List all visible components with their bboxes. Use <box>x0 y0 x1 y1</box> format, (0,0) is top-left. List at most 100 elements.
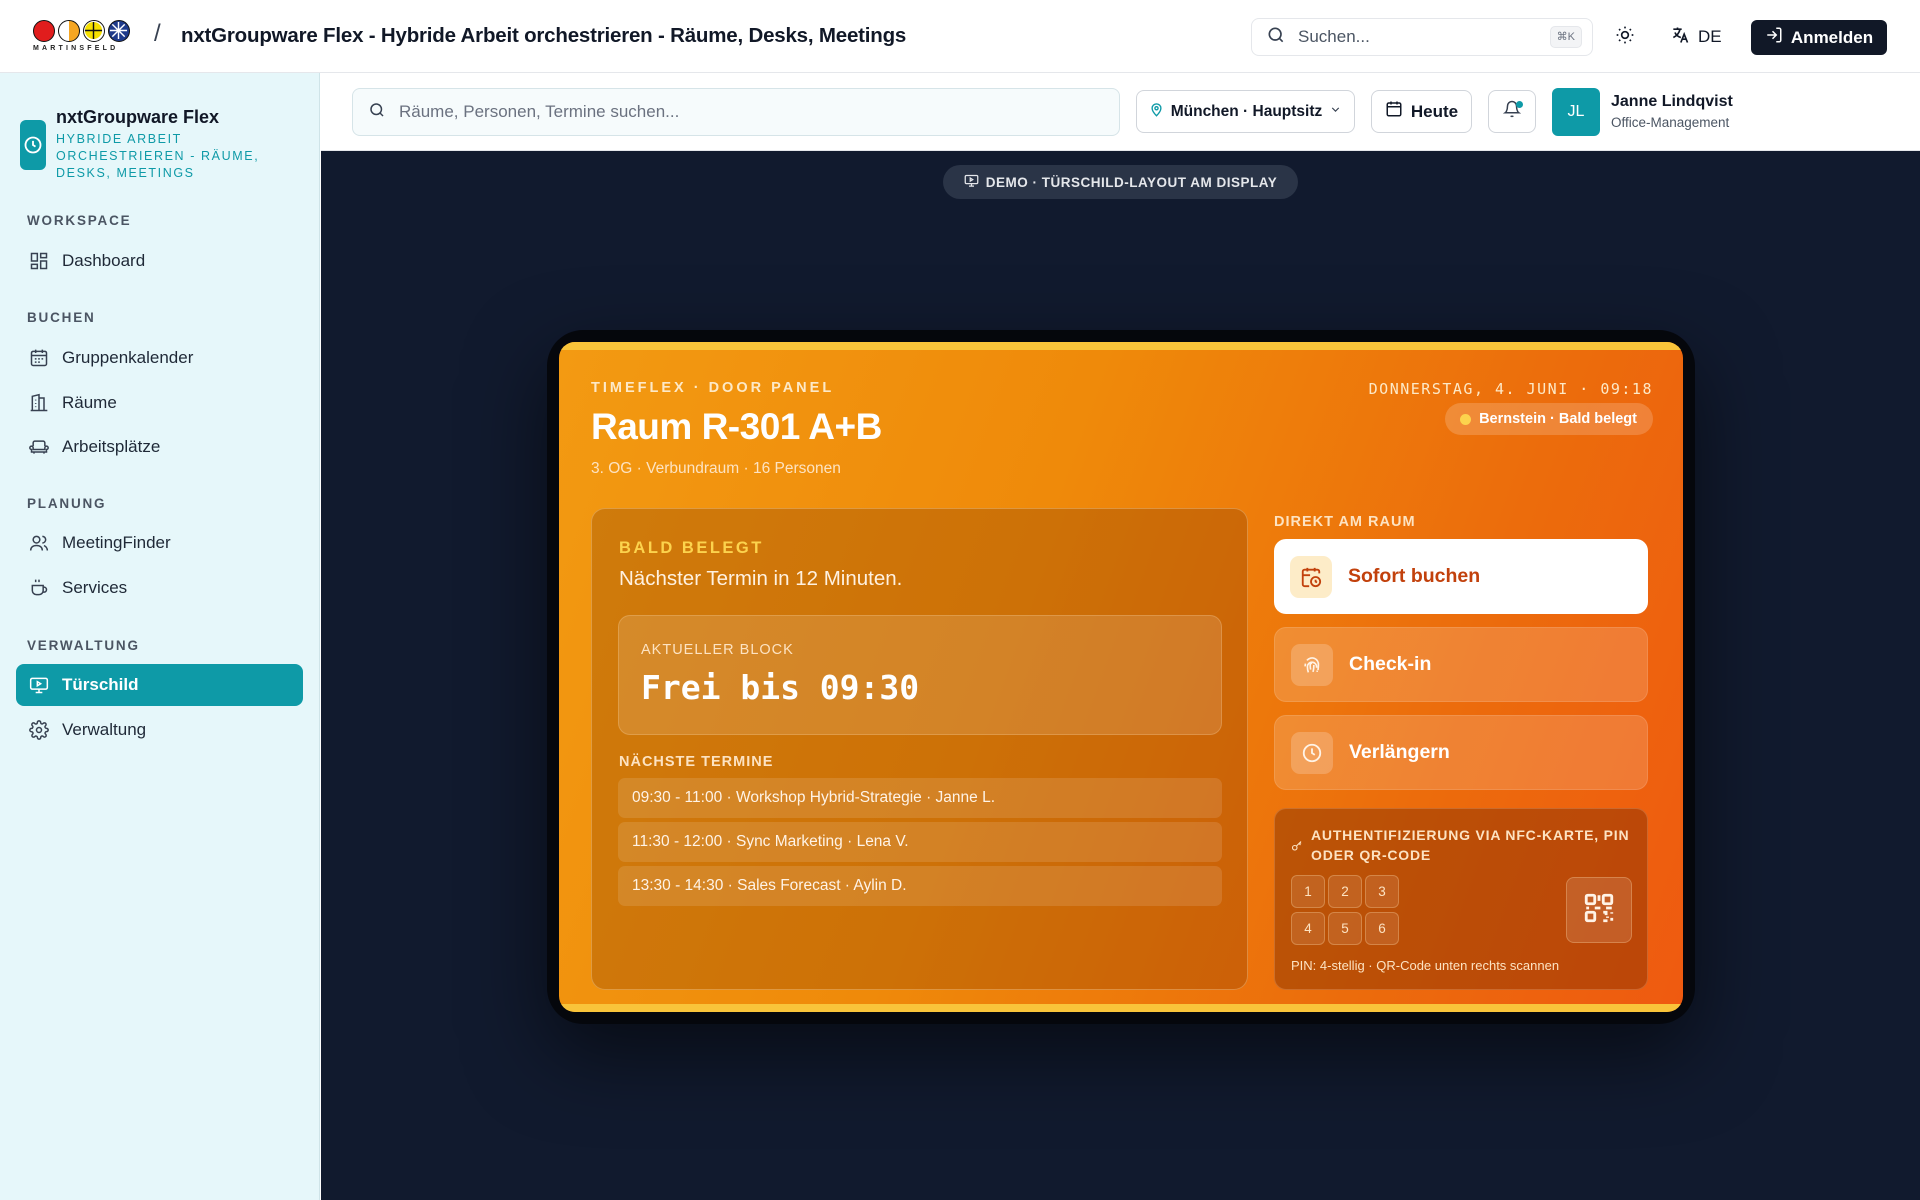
martinsfeld-logo[interactable]: MARTINSFELD <box>33 20 137 56</box>
monitor-icon <box>964 173 979 191</box>
demo-label: DEMO · TÜRSCHILD-LAYOUT AM DISPLAY <box>985 174 1278 190</box>
upcoming-item[interactable]: 09:30 - 11:00 · Workshop Hybrid-Strategi… <box>618 778 1222 818</box>
top-bar: MARTINSFELD / nxtGroupware Flex - Hybrid… <box>0 0 1920 73</box>
today-label: Heute <box>1410 101 1459 121</box>
upcoming-item[interactable]: 11:30 - 12:00 · Sync Marketing · Lena V. <box>618 822 1222 862</box>
notification-badge <box>1516 101 1523 108</box>
display-stage: DEMO · TÜRSCHILD-LAYOUT AM DISPLAY TIMEF… <box>321 151 1920 1200</box>
sidebar-item-label: Räume <box>62 393 117 412</box>
calendar-clock-icon <box>1290 555 1332 598</box>
sidebar-item-label: Türschild <box>62 675 139 694</box>
language-button[interactable]: DE <box>1670 22 1722 52</box>
room-meta: 3. OG · Verbundraum · 16 Personen <box>591 460 841 477</box>
extend-button[interactable]: Verlängern <box>1274 715 1648 790</box>
book-now-label: Sofort buchen <box>1348 565 1481 587</box>
direct-actions-label: DIREKT AM RAUM <box>1274 514 1416 530</box>
section-label-workspace: Workspace <box>27 213 132 228</box>
search-shortcut: ⌘K <box>1549 26 1582 48</box>
keypad-key-4[interactable]: 4 <box>1291 912 1325 945</box>
main-header: Räume, Personen, Termine suchen... Münch… <box>321 73 1920 151</box>
chevron-down-icon <box>1329 103 1342 121</box>
sidebar-item-raeume[interactable]: Räume <box>16 382 303 424</box>
gear-icon <box>29 720 49 740</box>
occupancy-card: BALD BELEGT Nächster Termin in 12 Minute… <box>591 508 1248 990</box>
section-label-planung: Planung <box>27 496 107 511</box>
check-in-button[interactable]: Check-in <box>1274 627 1648 702</box>
sidebar-item-tuerschild[interactable]: Türschild <box>16 664 303 706</box>
main-search-input[interactable]: Räume, Personen, Termine suchen... <box>352 88 1120 136</box>
today-button[interactable]: Heute <box>1371 90 1472 133</box>
upcoming-label: NÄCHSTE TERMINE <box>619 754 774 770</box>
brand-subtitle: Hybride Arbeit orchestrieren - Räume, De… <box>56 132 260 180</box>
monitor-icon <box>29 675 49 695</box>
user-name: Janne Lindqvist <box>1611 93 1733 110</box>
status-strip-top <box>559 342 1683 350</box>
status-strip-bottom <box>559 1004 1683 1012</box>
panel-eyebrow: TIMEFLEX · DOOR PANEL <box>591 380 835 396</box>
dashboard-icon <box>29 251 49 271</box>
keypad-key-2[interactable]: 2 <box>1328 875 1362 908</box>
language-label: DE <box>1698 27 1722 46</box>
next-meeting-text: Nächster Termin in 12 Minuten. <box>619 567 903 590</box>
brand-clock-icon <box>20 120 46 170</box>
sidebar-item-label: Gruppenkalender <box>62 348 194 367</box>
current-block-label: AKTUELLER BLOCK <box>641 642 794 658</box>
sidebar-item-verwaltung[interactable]: Verwaltung <box>16 709 303 751</box>
location-label: München · Hauptsitz <box>1170 102 1323 120</box>
keypad-key-6[interactable]: 6 <box>1365 912 1399 945</box>
location-select[interactable]: München · Hauptsitz <box>1136 90 1355 133</box>
door-panel-screen: TIMEFLEX · DOOR PANEL Raum R-301 A+B 3. … <box>559 342 1683 1012</box>
theme-toggle-button[interactable] <box>1611 23 1639 51</box>
sidebar-item-gruppenkalender[interactable]: Gruppenkalender <box>16 337 303 379</box>
current-block-value: Frei bis 09:30 <box>641 668 920 707</box>
calendar-icon <box>29 348 49 368</box>
status-label: Bernstein · Bald belegt <box>1479 411 1637 427</box>
page-title: nxtGroupware Flex - Hybride Arbeit orche… <box>181 24 907 47</box>
upcoming-item[interactable]: 13:30 - 14:30 · Sales Forecast · Aylin D… <box>618 866 1222 906</box>
coffee-icon <box>29 578 49 598</box>
sidebar-item-label: Arbeitsplätze <box>62 437 161 456</box>
global-search-input[interactable]: Suchen... ⌘K <box>1251 18 1593 56</box>
sun-icon <box>1615 25 1635 50</box>
keypad-key-5[interactable]: 5 <box>1328 912 1362 945</box>
users-icon <box>29 533 49 553</box>
authentication-hint: PIN: 4-stellig · QR-Code unten rechts sc… <box>1291 958 1560 973</box>
check-in-label: Check-in <box>1349 653 1432 675</box>
fingerprint-icon <box>1291 643 1333 686</box>
user-role: Office-Management <box>1611 115 1730 130</box>
search-icon <box>1266 25 1286 50</box>
sidebar-item-label: Verwaltung <box>62 720 147 739</box>
avatar[interactable]: JL <box>1552 88 1600 136</box>
login-icon <box>1765 26 1783 49</box>
sidebar-item-label: Dashboard <box>62 251 146 270</box>
main-search-placeholder: Räume, Personen, Termine suchen... <box>399 102 680 121</box>
login-button[interactable]: Anmelden <box>1751 20 1887 55</box>
search-icon <box>368 101 386 124</box>
sidebar-item-dashboard[interactable]: Dashboard <box>16 240 303 282</box>
section-label-verwaltung: Verwaltung <box>27 638 140 653</box>
sidebar: nxtGroupware Flex Hybride Arbeit orchest… <box>0 73 320 1200</box>
extend-label: Verlängern <box>1349 741 1450 763</box>
status-dot <box>1460 414 1472 425</box>
occupancy-state: BALD BELEGT <box>619 539 764 557</box>
keypad-key-3[interactable]: 3 <box>1365 875 1399 908</box>
sidebar-item-arbeitsplaetze[interactable]: Arbeitsplätze <box>16 426 303 468</box>
sidebar-item-services[interactable]: Services <box>16 567 303 609</box>
sidebar-item-label: MeetingFinder <box>62 533 171 552</box>
key-icon <box>1291 839 1303 857</box>
building-icon <box>29 393 49 413</box>
map-pin-icon <box>1149 102 1164 122</box>
notifications-button[interactable] <box>1488 90 1536 133</box>
sidebar-item-meetingfinder[interactable]: MeetingFinder <box>16 522 303 564</box>
clock-icon <box>1291 731 1333 774</box>
keypad-key-1[interactable]: 1 <box>1291 875 1325 908</box>
breadcrumb-separator: / <box>154 20 161 47</box>
sidebar-item-label: Services <box>62 578 128 597</box>
brand-name: nxtGroupware Flex <box>56 107 220 127</box>
status-badge: Bernstein · Bald belegt <box>1445 403 1653 435</box>
qr-code-button[interactable] <box>1566 877 1632 943</box>
authentication-title: AUTHENTIFIZIERUNG VIA NFC-KARTE, PIN ODE… <box>1311 827 1630 863</box>
book-now-button[interactable]: Sofort buchen <box>1274 539 1648 614</box>
authentication-card: AUTHENTIFIZIERUNG VIA NFC-KARTE, PIN ODE… <box>1274 808 1648 990</box>
panel-datetime: DONNERSTAG, 4. JUNI · 09:18 <box>1368 380 1653 398</box>
